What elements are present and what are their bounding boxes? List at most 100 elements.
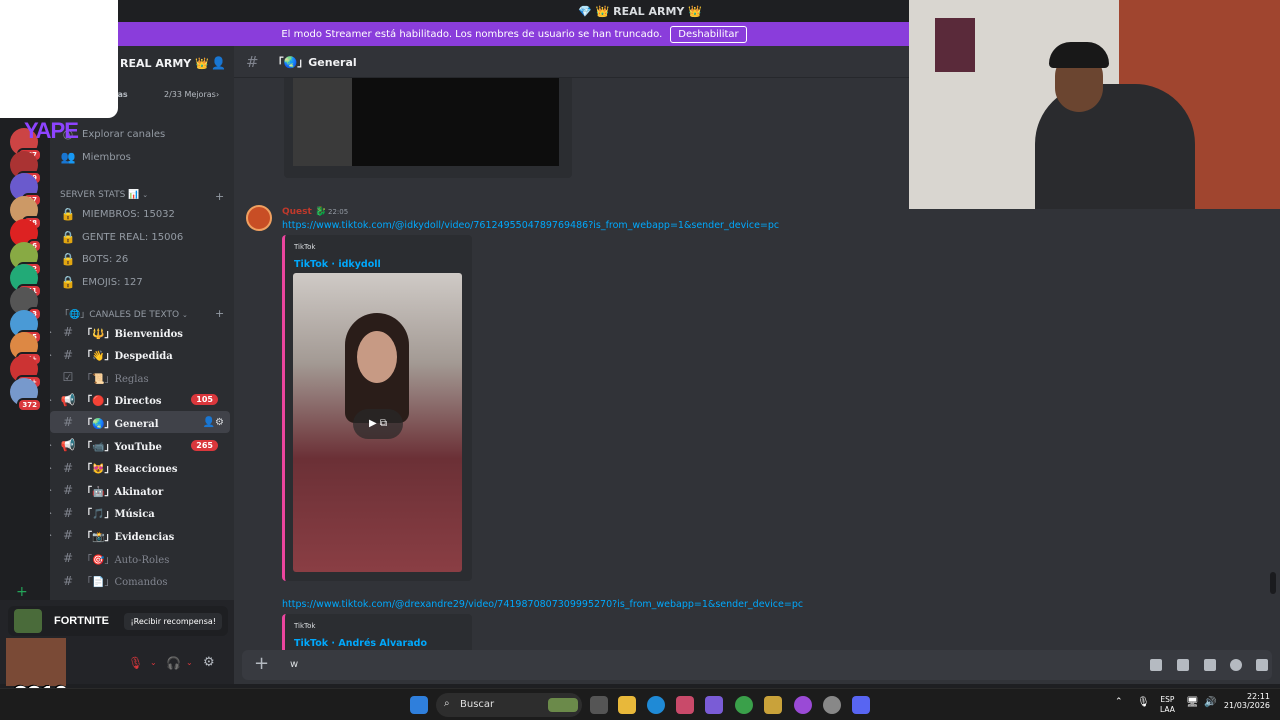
message-link[interactable]: https://www.tiktok.com/@idkydoll/video/7… xyxy=(282,220,779,231)
channel-item[interactable]: ▸ # 「😻」Reacciones xyxy=(50,457,230,479)
claim-reward-button[interactable]: ¡Recibir recompensa! xyxy=(124,612,222,630)
unread-indicator-icon: ▸ xyxy=(50,351,52,359)
gif-icon[interactable] xyxy=(1177,659,1189,671)
mention-badge: 372 xyxy=(17,397,42,412)
file-explorer-icon[interactable] xyxy=(618,696,636,714)
video-thumbnail[interactable] xyxy=(293,78,559,166)
yape-logo: YAPE xyxy=(24,118,79,143)
stat-channel[interactable]: 🔒 MIEMBROS: 15032 xyxy=(50,203,230,225)
chevron-down-icon[interactable]: ⌄ xyxy=(186,658,193,667)
message-link[interactable]: https://www.tiktok.com/@drexandre29/vide… xyxy=(282,599,803,610)
unread-indicator-icon: ▸ xyxy=(50,486,52,494)
tray-chevron-icon[interactable]: ⌃ xyxy=(1115,697,1123,707)
task-view-icon[interactable] xyxy=(590,696,608,714)
unread-indicator-icon: ▸ xyxy=(50,396,52,404)
gear-icon[interactable]: ⚙ xyxy=(203,655,215,670)
scrollbar[interactable] xyxy=(1270,572,1276,594)
composer-input[interactable]: w xyxy=(290,659,298,670)
clock[interactable]: 22:11 21/03/2026 xyxy=(1224,692,1270,710)
copilot-icon[interactable] xyxy=(705,696,723,714)
keyboard-language[interactable]: ESP LAA xyxy=(1160,695,1175,715)
channel-label: 「🤖」Akinator xyxy=(82,486,164,498)
add-server-icon[interactable]: + xyxy=(16,584,28,600)
windows-start-icon[interactable] xyxy=(410,696,428,714)
lock-icon: 🔒 xyxy=(60,230,76,244)
channel-item[interactable]: ▸ # 「🤖」Akinator xyxy=(50,479,230,501)
gift-icon[interactable] xyxy=(1150,659,1162,671)
discord-icon[interactable] xyxy=(852,696,870,714)
server-rail: 3873792748633214136951K+1K+372+ xyxy=(0,110,50,600)
channel-item[interactable]: ▸ # 「📸」Evidencias xyxy=(50,524,230,546)
category-server-stats[interactable]: SERVER STATS 📊 ⌄ + xyxy=(60,190,224,203)
add-channel-icon[interactable]: + xyxy=(215,190,224,203)
video-thumbnail[interactable]: ▶ ⧉ xyxy=(293,273,462,572)
chevron-down-icon: ⌄ xyxy=(142,191,149,199)
channel-item[interactable]: ☑ 「📜」Reglas xyxy=(50,366,230,388)
channel-label: 「🎯」Auto-Roles xyxy=(82,554,170,566)
embed-title[interactable]: TikTok · Andrés Alvarado xyxy=(294,638,427,649)
members-icon: 👥 xyxy=(60,150,76,164)
channel-item[interactable]: ▸ # 「🔱」Bienvenidos xyxy=(50,321,230,343)
stat-channel[interactable]: 🔒 GENTE REAL: 15006 xyxy=(50,226,230,248)
members-link[interactable]: 👥 Miembros xyxy=(50,146,230,168)
hash-icon: # xyxy=(62,551,74,565)
unread-indicator-icon: ▸ xyxy=(50,531,52,539)
volume-icon[interactable]: 🔊 xyxy=(1204,697,1216,708)
hash-icon: # xyxy=(62,460,74,475)
fortnite-promo[interactable]: FORTNITE ¡Recibir recompensa! xyxy=(8,606,228,636)
network-icon[interactable]: 🖥 xyxy=(1186,697,1199,708)
chrome-icon[interactable] xyxy=(735,696,753,714)
add-channel-icon[interactable]: + xyxy=(215,307,224,320)
app-icon[interactable] xyxy=(794,696,812,714)
message-composer[interactable]: + w xyxy=(242,650,1272,680)
stat-channel[interactable]: 🔒 EMOJIS: 127 xyxy=(50,271,230,293)
microphone-icon[interactable]: 🎙 xyxy=(1137,697,1150,708)
hash-icon: # xyxy=(62,505,74,520)
message-author[interactable]: Quest 🐉 xyxy=(282,207,326,217)
hash-icon: # xyxy=(62,573,74,588)
channel-item[interactable]: ▸ # 「🎵」Música xyxy=(50,502,230,524)
add-member-icon[interactable]: 👤 xyxy=(211,56,226,70)
channel-settings-icon[interactable]: 👤⚙ xyxy=(203,417,224,428)
avatar[interactable] xyxy=(246,205,272,231)
channel-label: 「👋」Despedida xyxy=(82,351,173,363)
channel-label: 「🌏」General xyxy=(82,418,159,430)
announcement-icon: 📢 xyxy=(60,392,76,407)
app-icon[interactable] xyxy=(764,696,782,714)
channel-item[interactable]: ▸ # 「👋」Despedida xyxy=(50,344,230,366)
hash-icon: # xyxy=(62,347,74,362)
channel-item[interactable]: # 「🎯」Auto-Roles xyxy=(50,547,230,569)
embed-title[interactable]: TikTok · idkydoll xyxy=(294,259,381,270)
channel-item[interactable]: ▸ 📢 「🔴」Directos 105 xyxy=(50,389,230,411)
boost-count: 2/33 Mejoras xyxy=(164,90,216,99)
server-icon[interactable]: 372 xyxy=(10,377,42,412)
category-text-channels[interactable]: 「🌐」CANALES DE TEXTO ⌄ + xyxy=(60,307,224,320)
app-icon[interactable] xyxy=(823,696,841,714)
stat-channel[interactable]: 🔒 BOTS: 26 xyxy=(50,248,230,270)
rules-icon: ☑ xyxy=(62,370,74,385)
edge-icon[interactable] xyxy=(647,696,665,714)
tiktok-embed: TikTok TikTok · idkydoll ▶ ⧉ xyxy=(282,235,472,581)
search-highlight-icon xyxy=(548,698,578,712)
channel-label: 「📸」Evidencias xyxy=(82,531,175,543)
channel-item[interactable]: ▸ 📢 「📹」YouTube 265 xyxy=(50,434,230,456)
channel-item[interactable]: # 「🌏」General 👤⚙ xyxy=(50,411,230,434)
taskbar-search[interactable]: ⌕ Buscar xyxy=(436,693,582,717)
headphones-muted-icon[interactable]: 🎧 xyxy=(166,656,181,670)
server-name: REAL ARMY 👑 xyxy=(120,56,209,70)
sticker-icon[interactable] xyxy=(1204,659,1216,671)
mic-muted-icon[interactable]: 🎙 xyxy=(128,656,143,670)
chevron-down-icon[interactable]: ⌄ xyxy=(150,658,157,667)
apps-icon[interactable] xyxy=(1256,659,1268,671)
embed-provider: TikTok xyxy=(294,622,316,630)
add-attachment-icon[interactable]: + xyxy=(254,653,269,674)
play-icon[interactable]: ▶ ⧉ xyxy=(353,409,403,439)
channel-item[interactable]: # 「📄」Comandos xyxy=(50,570,230,592)
snipping-tool-icon[interactable] xyxy=(676,696,694,714)
disable-streamer-button[interactable]: Deshabilitar xyxy=(670,25,747,43)
reaction-cam xyxy=(6,638,66,686)
channel-label: 「🎵」Música xyxy=(82,509,155,521)
channel-label: 「🔴」Directos xyxy=(82,396,162,408)
emoji-icon[interactable] xyxy=(1230,659,1242,671)
hash-icon: # xyxy=(62,415,74,430)
